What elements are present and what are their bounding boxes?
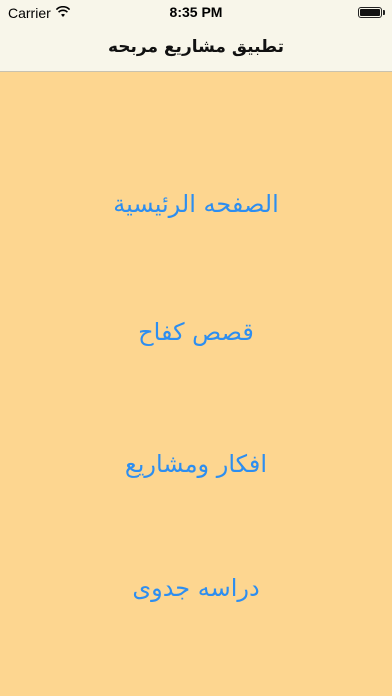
- success-stories-button[interactable]: قصص كفاح: [40, 310, 352, 354]
- home-page-button[interactable]: الصفحه الرئيسية: [40, 182, 352, 226]
- feasibility-study-button[interactable]: دراسه جدوى: [40, 566, 352, 610]
- navigation-bar: تطبيق مشاريع مربحه: [0, 26, 392, 72]
- status-bar: Carrier 8:35 PM: [0, 0, 392, 26]
- page-title: تطبيق مشاريع مربحه: [107, 37, 285, 57]
- app-screen: Carrier 8:35 PM تطبيق مشاريع مربحه الصفح…: [0, 0, 392, 696]
- battery-full-icon: [358, 7, 382, 18]
- status-time: 8:35 PM: [169, 4, 223, 20]
- battery-tip: [383, 10, 385, 15]
- ideas-and-projects-button[interactable]: افكار ومشاريع: [40, 442, 352, 486]
